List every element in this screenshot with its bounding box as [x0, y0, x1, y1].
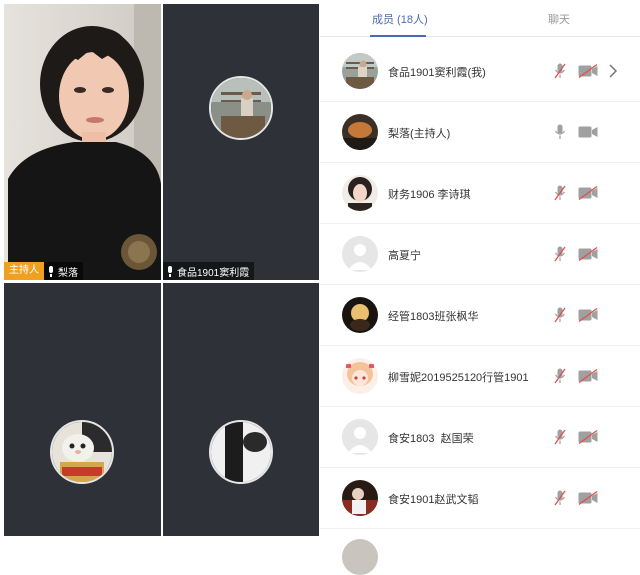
avatar — [342, 114, 378, 150]
video-grid: 主持人 梨落 食品1901窦利霞 — [0, 0, 320, 540]
mic-muted-icon[interactable] — [554, 185, 566, 201]
camera-off-icon[interactable] — [578, 308, 598, 322]
camera-off-icon[interactable] — [578, 369, 598, 383]
video-tile-participant[interactable] — [4, 283, 161, 536]
mic-muted-icon[interactable] — [554, 368, 566, 384]
member-name: 食安1901赵武文韬 — [388, 494, 479, 506]
member-row[interactable]: 柳雪妮2019525120行管1901 — [320, 346, 640, 407]
avatar — [342, 175, 378, 211]
host-badge: 主持人 — [4, 262, 44, 280]
participant-name-tag: 食品1901窦利霞 — [163, 262, 255, 280]
video-tile-host[interactable]: 主持人 梨落 — [4, 4, 161, 280]
member-name: 经管1803班张枫华 — [388, 311, 479, 323]
avatar — [209, 420, 273, 484]
member-row[interactable]: 财务1906 李诗琪 — [320, 163, 640, 224]
member-name: 柳雪妮2019525120行管1901 — [388, 372, 529, 384]
default-avatar-icon — [342, 419, 378, 455]
member-row[interactable]: 食安1901赵武文韬 — [320, 468, 640, 529]
members-panel: 成员 (18人) 聊天 食品1901窦利霞(我) 梨落(主持人) 财务1906 … — [320, 0, 640, 575]
camera-off-icon[interactable] — [578, 430, 598, 444]
member-row-self[interactable]: 食品1901窦利霞(我) — [320, 41, 640, 102]
mic-icon[interactable] — [554, 124, 566, 140]
member-name: 食品1901窦利霞(我) — [388, 67, 486, 79]
participant-name-tag: 梨落 — [44, 262, 83, 280]
host-tile-label: 主持人 梨落 — [4, 262, 83, 280]
member-list[interactable]: 食品1901窦利霞(我) 梨落(主持人) 财务1906 李诗琪 高夏宁 经管18… — [320, 41, 640, 575]
mic-icon — [47, 265, 55, 277]
mic-muted-icon[interactable] — [554, 63, 566, 79]
mic-icon — [166, 265, 174, 277]
avatar — [342, 480, 378, 516]
avatar — [342, 358, 378, 394]
avatar — [209, 76, 273, 140]
camera-off-icon[interactable] — [578, 491, 598, 505]
avatar — [342, 297, 378, 333]
member-name: 梨落(主持人) — [388, 128, 451, 140]
panel-tabs: 成员 (18人) 聊天 — [320, 0, 640, 37]
camera-icon[interactable] — [578, 125, 598, 139]
member-name: 食安1803 赵国荣 — [388, 433, 474, 445]
member-row[interactable] — [320, 529, 640, 575]
participant-name: 食品1901窦利霞 — [177, 267, 250, 279]
avatar — [342, 53, 378, 89]
mic-muted-icon[interactable] — [554, 307, 566, 323]
participant-name: 梨落 — [58, 267, 78, 279]
camera-off-icon[interactable] — [578, 247, 598, 261]
mic-muted-icon[interactable] — [554, 429, 566, 445]
active-tab-indicator — [370, 35, 426, 37]
camera-off-icon[interactable] — [578, 64, 598, 78]
video-tile-participant[interactable] — [163, 283, 319, 536]
member-name: 财务1906 李诗琪 — [388, 189, 471, 201]
mic-muted-icon[interactable] — [554, 246, 566, 262]
member-row-host[interactable]: 梨落(主持人) — [320, 102, 640, 163]
default-avatar-icon — [342, 236, 378, 272]
member-row[interactable]: 高夏宁 — [320, 224, 640, 285]
tab-chat[interactable]: 聊天 — [548, 11, 570, 27]
chevron-right-icon[interactable] — [608, 63, 618, 79]
tab-members[interactable]: 成员 (18人) — [372, 11, 428, 27]
host-video-feed — [4, 4, 161, 280]
video-tile-self[interactable]: 食品1901窦利霞 — [163, 4, 319, 280]
avatar — [342, 539, 378, 575]
member-row[interactable]: 经管1803班张枫华 — [320, 285, 640, 346]
camera-off-icon[interactable] — [578, 186, 598, 200]
self-tile-label: 食品1901窦利霞 — [163, 262, 255, 280]
avatar — [50, 420, 114, 484]
member-name: 高夏宁 — [388, 250, 421, 262]
member-row[interactable]: 食安1803 赵国荣 — [320, 407, 640, 468]
mic-muted-icon[interactable] — [554, 490, 566, 506]
